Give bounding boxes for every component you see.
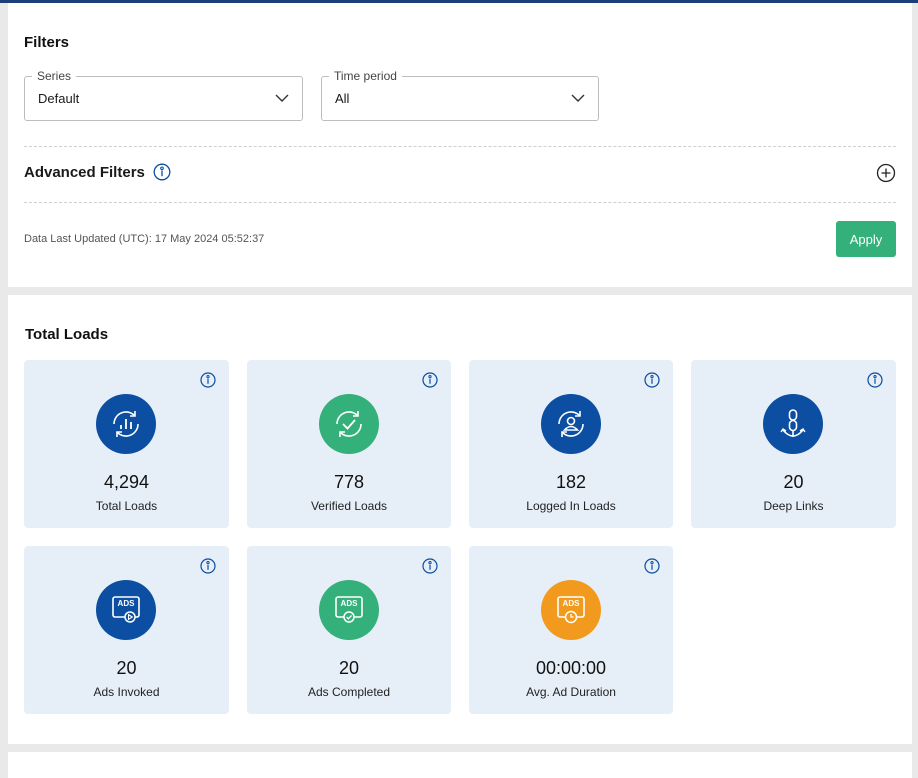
stat-label: Verified Loads	[310, 499, 388, 513]
stat-value: 20	[783, 472, 804, 492]
info-icon[interactable]	[200, 372, 216, 388]
series-label: Series	[32, 69, 77, 83]
divider	[24, 146, 896, 147]
total-loads-title: Total Loads	[25, 326, 109, 343]
ads-invoked-icon: ADS	[96, 580, 156, 640]
stat-value: 4,294	[103, 472, 150, 492]
stat-card-ads-invoked: ADS 20 Ads Invoked	[24, 546, 229, 714]
stat-value: 20	[338, 658, 360, 678]
chevron-down-icon	[571, 94, 585, 102]
filters-panel: Filters Series Default Time period All A…	[8, 3, 912, 287]
advanced-filters-title: Advanced Filters	[24, 163, 145, 181]
avg-ad-duration-icon: ADS	[541, 580, 601, 640]
stat-label: Ads Completed	[307, 685, 391, 699]
next-panel	[8, 752, 912, 778]
deep-links-icon	[763, 394, 823, 454]
ads-completed-icon: ADS	[319, 580, 379, 640]
stat-card-avg-ad-duration: ADS 00:00:00 Avg. Ad Duration	[469, 546, 673, 714]
time-period-select[interactable]: Time period All	[321, 69, 599, 121]
info-icon[interactable]	[644, 372, 660, 388]
advanced-filters-header: Advanced Filters	[24, 163, 171, 181]
stat-label: Total Loads	[95, 499, 158, 513]
svg-text:ADS: ADS	[118, 599, 136, 608]
expand-advanced-filters-icon[interactable]	[876, 163, 896, 183]
stat-card-verified-loads: 778 Verified Loads	[247, 360, 451, 528]
data-last-updated: Data Last Updated (UTC): 17 May 2024 05:…	[24, 233, 265, 245]
chevron-down-icon	[275, 94, 289, 102]
stat-label: Avg. Ad Duration	[526, 685, 616, 699]
stat-label: Ads Invoked	[93, 685, 160, 699]
stat-value: 20	[116, 658, 137, 678]
stat-value: 182	[555, 472, 587, 492]
time-period-value: All	[335, 91, 350, 106]
svg-text:ADS: ADS	[563, 599, 581, 608]
divider	[24, 202, 896, 203]
stat-value: 00:00:00	[535, 658, 607, 678]
stat-card-ads-completed: ADS 20 Ads Completed	[247, 546, 451, 714]
stat-card-logged-in-loads: 182 Logged In Loads	[469, 360, 673, 528]
total-loads-panel: Total Loads 4,294 Total Loads 778 Verifi…	[8, 295, 912, 744]
time-period-label: Time period	[329, 69, 402, 83]
info-icon[interactable]	[644, 558, 660, 574]
info-icon[interactable]	[422, 558, 438, 574]
svg-text:ADS: ADS	[341, 599, 359, 608]
stat-label: Logged In Loads	[526, 499, 616, 513]
total-loads-icon	[96, 394, 156, 454]
stat-card-total-loads: 4,294 Total Loads	[24, 360, 229, 528]
stat-label: Deep Links	[763, 499, 824, 513]
info-icon[interactable]	[422, 372, 438, 388]
info-icon[interactable]	[153, 163, 171, 181]
info-icon[interactable]	[867, 372, 883, 388]
series-select[interactable]: Series Default	[24, 69, 303, 121]
info-icon[interactable]	[200, 558, 216, 574]
verified-loads-icon	[319, 394, 379, 454]
logged-in-loads-icon	[541, 394, 601, 454]
stat-card-deep-links: 20 Deep Links	[691, 360, 896, 528]
stat-value: 778	[333, 472, 365, 492]
series-value: Default	[38, 91, 80, 106]
apply-button[interactable]: Apply	[836, 221, 896, 257]
filters-title: Filters	[24, 34, 70, 51]
